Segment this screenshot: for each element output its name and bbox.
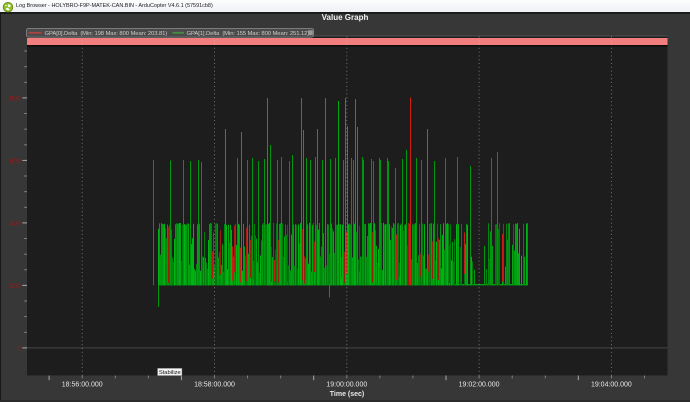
svg-text:200: 200 <box>9 283 20 290</box>
svg-text:19:02:00.000: 19:02:00.000 <box>459 381 500 388</box>
svg-text:19:04:00.000: 19:04:00.000 <box>591 381 632 388</box>
svg-text:19:00:00.000: 19:00:00.000 <box>326 381 367 388</box>
svg-text:400: 400 <box>9 221 20 228</box>
svg-text:800: 800 <box>9 96 20 103</box>
svg-text:0: 0 <box>17 346 21 353</box>
svg-text:600: 600 <box>9 158 20 165</box>
svg-text:GPA[1].Delta (Min: 155 Max: 8: GPA[1].Delta (Min: 155 Max: 800 Mean: 25… <box>187 31 310 37</box>
svg-text:GPA[0].Delta (Min: 198 Max: 8: GPA[0].Delta (Min: 198 Max: 800 Mean: 20… <box>45 31 168 37</box>
svg-text:18:58:00.000: 18:58:00.000 <box>194 381 235 388</box>
svg-text:Stabilize: Stabilize <box>159 370 181 376</box>
svg-text:18:56:00.000: 18:56:00.000 <box>62 381 103 388</box>
svg-text:Time (sec): Time (sec) <box>330 391 365 398</box>
